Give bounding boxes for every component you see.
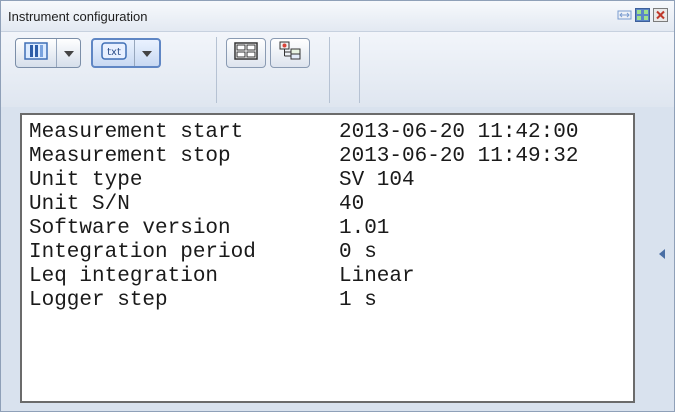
config-row: Measurement stop 2013-06-20 11:49:32 (29, 145, 578, 169)
config-value: Linear (339, 265, 415, 288)
toolbar-button-group: txt (15, 36, 161, 102)
title-controls (617, 8, 668, 22)
tree-view-button[interactable] (270, 38, 310, 68)
panel-title: Instrument configuration (8, 9, 148, 24)
config-row: Logger step 1 s (29, 289, 377, 313)
config-value: 1.01 (339, 217, 390, 240)
config-key: Integration period (29, 241, 256, 264)
config-row: Integration period 0 s (29, 241, 377, 265)
config-row: Unit S/N 40 (29, 193, 364, 217)
split-panes-icon (234, 41, 258, 65)
config-value: SV 104 (339, 169, 415, 192)
config-key: Leq integration (29, 265, 219, 288)
config-key: Unit S/N (29, 193, 130, 216)
columns-view-split-button[interactable] (15, 38, 81, 68)
txt-format-button[interactable]: txt (93, 40, 136, 66)
float-icon[interactable] (635, 8, 650, 22)
auto-hide-icon[interactable] (617, 8, 632, 22)
toolbar-separator (216, 37, 217, 103)
columns-view-button[interactable] (16, 39, 58, 67)
config-value: 1 s (339, 289, 377, 312)
columns-view-icon (24, 41, 48, 65)
svg-text:txt: txt (107, 47, 121, 58)
config-row: Leq integration Linear (29, 265, 415, 289)
instrument-configuration-panel: Instrument configuration txt Measurement… (0, 0, 675, 412)
tree-view-icon (278, 41, 302, 66)
txt-format-icon: txt (100, 41, 127, 65)
toolbar-separator (329, 37, 330, 103)
config-key: Unit type (29, 169, 143, 192)
config-value: 2013-06-20 11:42:00 (339, 121, 579, 144)
toolbar-button-group (226, 36, 310, 102)
right-gutter (641, 113, 674, 411)
config-row: Measurement start 2013-06-20 11:42:00 (29, 121, 578, 145)
config-value: 40 (339, 193, 365, 216)
collapse-arrow-icon[interactable] (659, 249, 665, 259)
configuration-text-area[interactable]: Measurement start 2013-06-20 11:42:00 Mea… (20, 113, 635, 403)
columns-view-dropdown[interactable] (57, 39, 80, 67)
close-icon[interactable] (653, 8, 668, 22)
chevron-down-icon (63, 44, 74, 62)
config-key: Measurement start (29, 121, 244, 144)
config-value: 0 s (339, 241, 377, 264)
config-row: Software version 1.01 (29, 217, 389, 241)
config-key: Logger step (29, 289, 168, 312)
panel-titlebar[interactable]: Instrument configuration (1, 1, 674, 32)
config-key: Measurement stop (29, 145, 231, 168)
split-panes-button[interactable] (226, 38, 266, 68)
toolbar: txt (1, 32, 674, 107)
toolbar-separator (359, 37, 360, 103)
config-key: Software version (29, 217, 231, 240)
txt-format-dropdown[interactable] (135, 40, 159, 66)
txt-format-split-button[interactable]: txt (91, 38, 161, 68)
config-value: 2013-06-20 11:49:32 (339, 145, 579, 168)
config-row: Unit type SV 104 (29, 169, 415, 193)
chevron-down-icon (142, 44, 153, 62)
